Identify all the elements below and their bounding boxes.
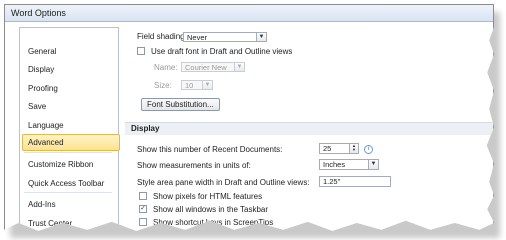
spinner-arrows-icon[interactable]: ▲ ▼ [349,144,358,153]
display-section-header: Display [125,122,493,135]
advanced-options-panel: Field shading: Never ▼ Use draft font in… [123,27,493,231]
measurement-units-value: Inches [323,160,346,169]
font-name-dropdown[interactable]: Courier New ▼ [181,62,245,72]
font-name-value: Courier New [185,63,227,72]
dropdown-arrow-icon[interactable]: ▼ [368,160,378,169]
show-windows-taskbar-label: Show all windows in the Taskbar [153,205,269,214]
font-size-value: 10 [185,81,194,90]
check-icon: ✓ [140,205,146,212]
font-substitution-button[interactable]: Font Substitution... [141,98,220,111]
measurement-units-dropdown[interactable]: Inches ▼ [319,159,379,170]
word-options-dialog: Word Options General Display Proofing Sa… [4,4,494,231]
style-area-width-input[interactable]: 1.25" [319,176,391,187]
sidebar-divider [24,152,112,153]
font-size-label: Size: [154,81,172,90]
sidebar-item-display[interactable]: Display [22,61,120,78]
show-windows-taskbar-checkbox[interactable]: ✓ [139,205,147,213]
dropdown-arrow-icon[interactable]: ▼ [256,33,266,41]
draft-font-checkbox[interactable] [137,47,145,55]
recent-documents-value: 25 [323,144,332,153]
recent-documents-spinner[interactable]: 25 ▲ ▼ [319,143,359,154]
options-sidebar: General Display Proofing Save Language A… [19,27,120,231]
font-size-dropdown[interactable]: 10 ▼ [181,80,213,90]
info-icon: i [364,145,373,154]
field-shading-label: Field shading: [137,32,187,41]
window-title: Word Options [11,8,66,18]
dropdown-arrow-icon[interactable]: ▼ [234,63,244,71]
sidebar-item-customize-ribbon[interactable]: Customize Ribbon [22,156,120,173]
title-bar[interactable]: Word Options [5,5,493,22]
show-shortcut-keys-checkbox[interactable] [139,218,147,226]
font-name-label: Name: [154,63,178,72]
recent-documents-label: Show this number of Recent Documents: [137,145,283,154]
field-shading-value: Never [187,33,208,42]
dropdown-arrow-icon[interactable]: ▼ [202,81,212,89]
sidebar-item-general[interactable]: General [22,43,120,60]
measurement-units-label: Show measurements in units of: [137,161,251,170]
sidebar-item-advanced[interactable]: Advanced [22,134,120,151]
sidebar-item-proofing[interactable]: Proofing [22,80,120,97]
sidebar-item-add-ins[interactable]: Add-Ins [22,196,120,213]
sidebar-item-save[interactable]: Save [22,98,120,115]
field-shading-dropdown[interactable]: Never ▼ [183,32,267,42]
show-pixels-checkbox[interactable] [139,192,147,200]
style-area-width-label: Style area pane width in Draft and Outli… [137,178,310,187]
show-pixels-label: Show pixels for HTML features [153,192,263,201]
sidebar-divider [24,192,112,193]
draft-font-label: Use draft font in Draft and Outline view… [151,47,293,56]
sidebar-item-language[interactable]: Language [22,117,120,134]
sidebar-item-quick-access-toolbar[interactable]: Quick Access Toolbar [22,175,120,192]
